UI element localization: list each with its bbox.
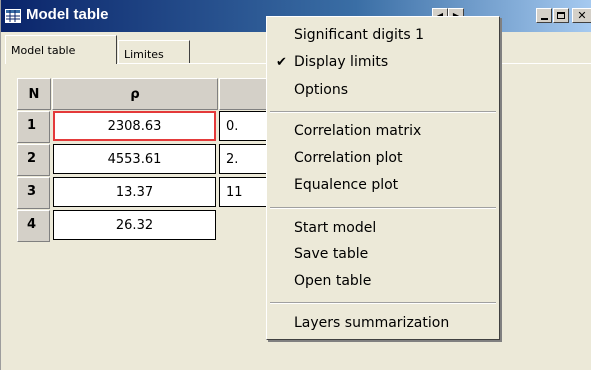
cell-value: 2308.63 bbox=[107, 118, 162, 134]
menu-item-significant-digits[interactable]: Significant digits 1 bbox=[294, 27, 424, 43]
cell-value: 4553.61 bbox=[107, 151, 162, 167]
menu-item-correlation-plot[interactable]: Correlation plot bbox=[294, 150, 402, 166]
menu-item-display-limits[interactable]: Display limits bbox=[294, 54, 388, 70]
row-number-label: 3 bbox=[27, 184, 37, 199]
close-button[interactable]: ✕ bbox=[572, 8, 591, 23]
checkmark-icon: ✔ bbox=[276, 55, 287, 70]
menu-item-layers-summarization[interactable]: Layers summarization bbox=[294, 315, 449, 331]
row-number-2[interactable]: 2 bbox=[17, 144, 50, 176]
rho-cell-4[interactable]: 26.32 bbox=[53, 210, 216, 240]
menu-item-save-table[interactable]: Save table bbox=[294, 246, 368, 262]
tab-model-table[interactable]: Model table bbox=[5, 35, 117, 64]
tab-model-table-label: Model table bbox=[11, 44, 76, 57]
tab-limites[interactable]: Limites bbox=[118, 40, 190, 64]
column-header-n[interactable]: N bbox=[17, 78, 51, 110]
menu-separator bbox=[270, 302, 496, 304]
column-header-n-label: N bbox=[28, 86, 40, 102]
close-icon: ✕ bbox=[577, 9, 587, 22]
minimize-icon bbox=[540, 17, 548, 20]
menu-item-start-model[interactable]: Start model bbox=[294, 220, 376, 236]
row-number-label: 4 bbox=[27, 217, 37, 232]
next-cell-2[interactable]: 2. bbox=[219, 144, 269, 174]
cell-value: 26.32 bbox=[115, 217, 154, 233]
rho-cell-1[interactable]: 2308.63 bbox=[53, 111, 216, 141]
maximize-button[interactable] bbox=[553, 8, 569, 23]
cell-value: 2. bbox=[226, 151, 239, 167]
rho-cell-3[interactable]: 13.37 bbox=[53, 177, 216, 207]
context-menu: Significant digits 1 ✔ Display limits Op… bbox=[266, 16, 500, 340]
cell-value: 0. bbox=[226, 118, 239, 134]
rho-cell-2[interactable]: 4553.61 bbox=[53, 144, 216, 174]
tab-limites-label: Limites bbox=[124, 48, 164, 61]
row-number-label: 2 bbox=[27, 151, 37, 166]
row-number-label: 1 bbox=[27, 118, 37, 133]
model-table-window: Model table ◀ ▶ ✕ Model table Limites N … bbox=[0, 0, 591, 370]
menu-separator bbox=[270, 207, 496, 209]
column-header-next[interactable] bbox=[219, 78, 269, 110]
column-header-rho-label: ρ bbox=[130, 86, 140, 102]
minimize-button[interactable] bbox=[536, 8, 552, 23]
menu-item-options[interactable]: Options bbox=[294, 82, 348, 98]
window-title: Model table bbox=[26, 6, 109, 23]
menu-item-equalence-plot[interactable]: Equalence plot bbox=[294, 177, 398, 193]
menu-item-open-table[interactable]: Open table bbox=[294, 273, 371, 289]
maximize-icon bbox=[557, 12, 565, 19]
next-cell-3[interactable]: 11 bbox=[219, 177, 269, 207]
row-number-1[interactable]: 1 bbox=[17, 111, 50, 143]
menu-item-correlation-matrix[interactable]: Correlation matrix bbox=[294, 123, 421, 139]
cell-value: 13.37 bbox=[115, 184, 154, 200]
table-icon bbox=[5, 9, 21, 23]
row-number-3[interactable]: 3 bbox=[17, 177, 50, 209]
menu-separator bbox=[270, 111, 496, 113]
cell-value: 11 bbox=[226, 184, 243, 200]
row-number-4[interactable]: 4 bbox=[17, 210, 50, 242]
column-header-rho[interactable]: ρ bbox=[52, 78, 218, 110]
next-cell-1[interactable]: 0. bbox=[219, 111, 269, 141]
